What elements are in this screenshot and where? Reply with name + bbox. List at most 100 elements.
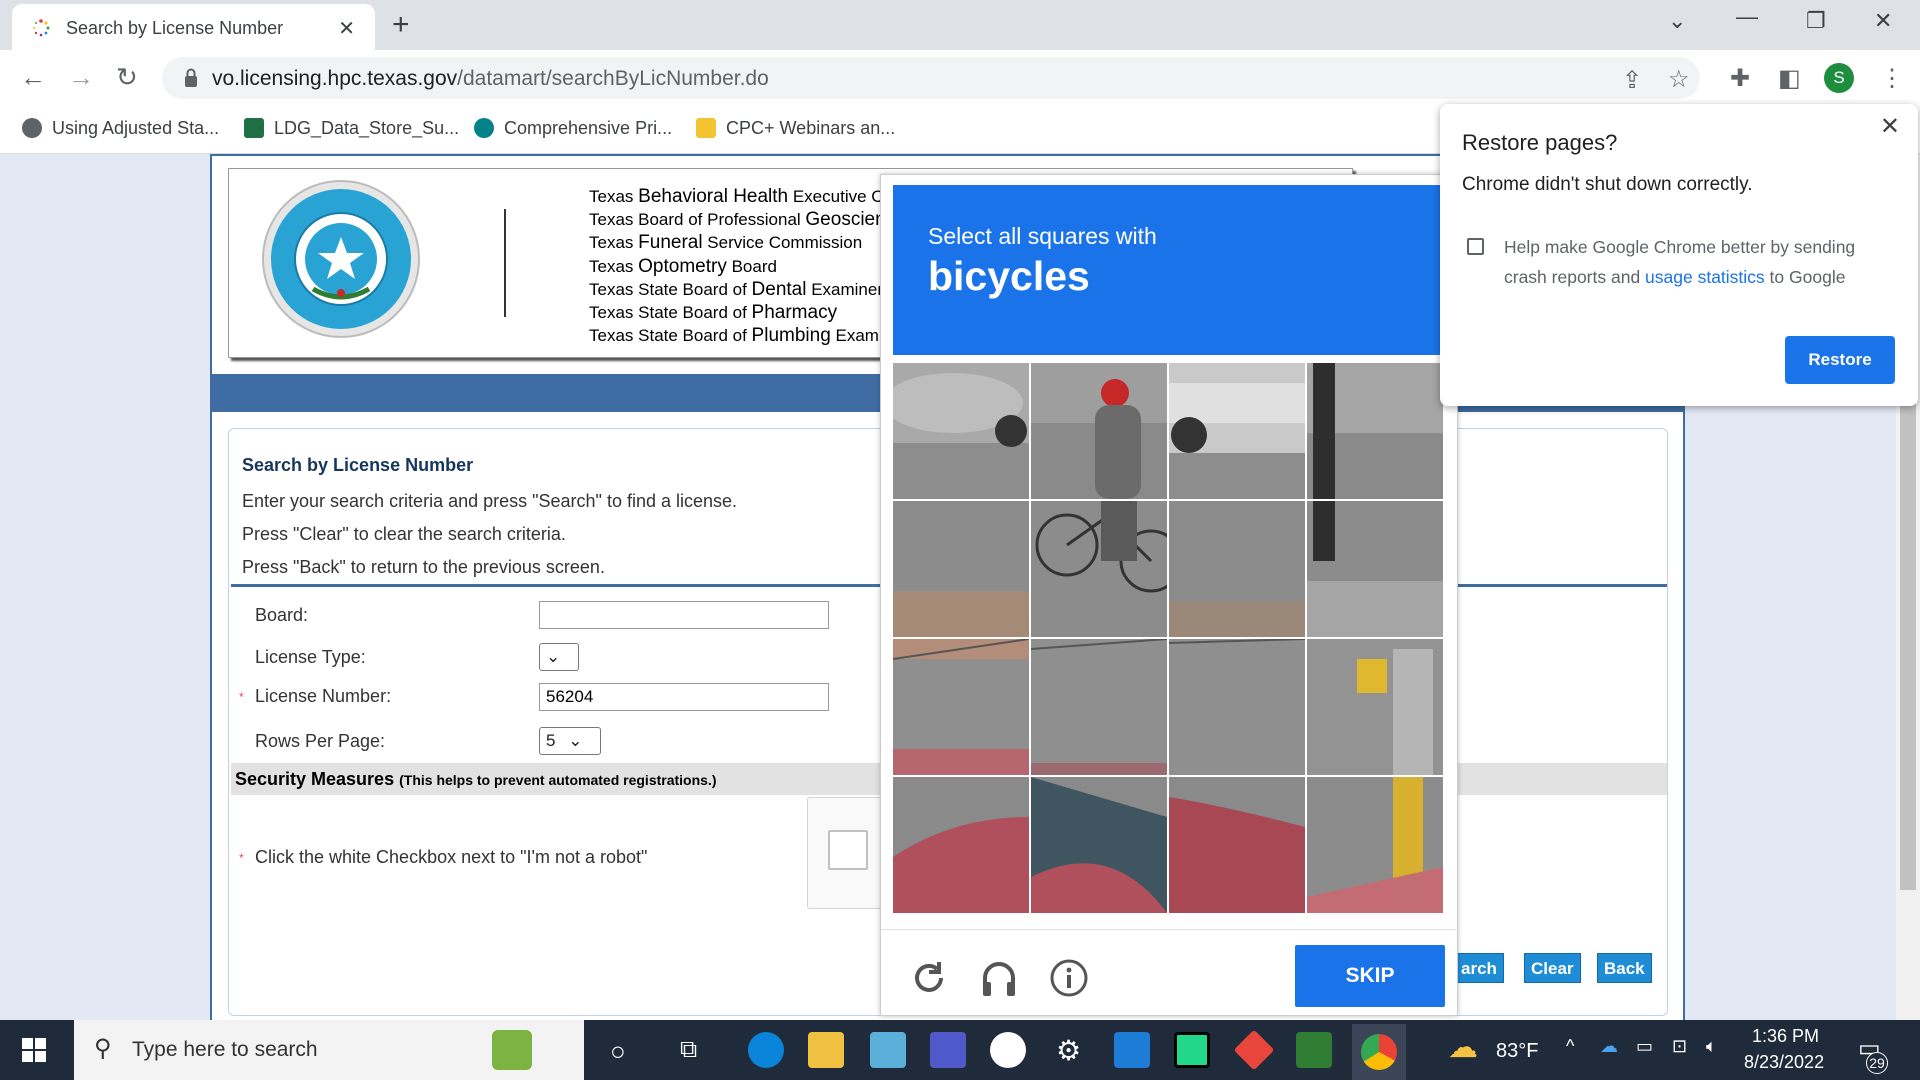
restore-button[interactable]: Restore: [1785, 336, 1895, 384]
close-tab-icon[interactable]: ✕: [338, 16, 355, 41]
weather-icon: ☁: [1448, 1031, 1478, 1064]
license-type-select[interactable]: ⌄: [539, 643, 579, 671]
edge-icon[interactable]: [748, 1032, 784, 1068]
git-client-icon[interactable]: [1233, 1029, 1275, 1071]
browser-tab[interactable]: Search by License Number ✕: [12, 4, 375, 50]
clock-time[interactable]: 1:36 PM: [1752, 1026, 1819, 1047]
address-bar[interactable]: vo.licensing.hpc.texas.gov/datamart/sear…: [162, 57, 1700, 99]
challenge-tile[interactable]: [1031, 501, 1167, 637]
back-button[interactable]: Back: [1597, 953, 1652, 983]
bookmark-label: Comprehensive Pri...: [504, 118, 673, 138]
clock-date[interactable]: 8/23/2022: [1744, 1052, 1824, 1073]
board-name: Texas State Board of Pharmacy: [589, 302, 838, 324]
search-highlight-icon: [492, 1030, 532, 1070]
menu-kebab-icon[interactable]: ⋮: [1880, 64, 1904, 93]
share-icon[interactable]: ⇪: [1622, 66, 1642, 95]
challenge-tile[interactable]: [893, 777, 1029, 913]
license-number-input[interactable]: [539, 683, 829, 711]
rows-per-page-value: 5: [546, 731, 556, 750]
usage-statistics-link[interactable]: usage statistics: [1645, 267, 1765, 287]
reload-icon[interactable]: ↻: [116, 62, 138, 93]
bookmark-item[interactable]: LDG_Data_Store_Su...: [244, 118, 459, 139]
bookmark-label: CPC+ Webinars an...: [726, 118, 896, 138]
browser-toolbar: ← → ↻ vo.licensing.hpc.texas.gov/datamar…: [0, 50, 1920, 106]
loading-spinner-icon: [32, 19, 50, 37]
challenge-tile[interactable]: [1031, 777, 1167, 913]
bookmark-star-icon[interactable]: ☆: [1668, 65, 1690, 94]
extensions-icon[interactable]: ✚: [1730, 64, 1750, 93]
cortana-icon[interactable]: ○: [610, 1036, 626, 1067]
onedrive-icon[interactable]: ☁: [1600, 1036, 1618, 1057]
volume-icon[interactable]: 🔈︎: [1706, 1036, 1717, 1057]
challenge-tile[interactable]: [893, 501, 1029, 637]
reload-icon[interactable]: [909, 958, 949, 998]
audio-headphones-icon[interactable]: [979, 958, 1019, 998]
taskbar-search-placeholder: Type here to search: [132, 1038, 318, 1061]
board-name: Texas State Board of Plumbing Examir: [589, 325, 889, 347]
chrome-icon: [1361, 1034, 1397, 1070]
windows-start-icon[interactable]: [22, 1038, 46, 1062]
battery-icon[interactable]: ▭: [1636, 1036, 1653, 1057]
challenge-tile[interactable]: [1169, 501, 1305, 637]
info-icon[interactable]: [1049, 958, 1089, 998]
search-button[interactable]: arch: [1454, 953, 1504, 983]
bookmark-item[interactable]: CPC+ Webinars an...: [696, 118, 895, 139]
challenge-tile[interactable]: [1169, 363, 1305, 499]
rows-per-page-select[interactable]: 5 ⌄: [539, 727, 601, 755]
crash-report-label: Help make Google Chrome better by sendin…: [1504, 237, 1856, 287]
profile-avatar[interactable]: S: [1824, 63, 1854, 93]
instruction-text: Press "Clear" to clear the search criter…: [242, 524, 566, 544]
bookmark-label: Using Adjusted Sta...: [52, 118, 220, 138]
notes-app-icon[interactable]: [870, 1032, 906, 1068]
sharefile-icon[interactable]: [1114, 1032, 1150, 1068]
challenge-tile[interactable]: [1169, 777, 1305, 913]
close-icon[interactable]: ✕: [1880, 112, 1900, 141]
tray-chevron-icon[interactable]: ^: [1566, 1036, 1574, 1057]
pycharm-icon[interactable]: [1174, 1032, 1210, 1068]
challenge-footer: SKIP: [881, 929, 1459, 1017]
chevron-down-icon: ⌄: [546, 647, 561, 666]
bookmark-item[interactable]: Using Adjusted Sta...: [22, 118, 219, 139]
task-view-icon[interactable]: ⧉: [680, 1036, 697, 1064]
skip-button[interactable]: SKIP: [1295, 945, 1445, 1007]
settings-gear-icon[interactable]: ⚙: [1056, 1034, 1081, 1067]
challenge-tile[interactable]: [893, 363, 1029, 499]
restore-window-button[interactable]: ❐: [1806, 8, 1826, 34]
challenge-tile[interactable]: [1031, 639, 1167, 775]
crash-report-checkbox[interactable]: [1467, 238, 1484, 255]
instruction-text: Enter your search criteria and press "Se…: [242, 491, 738, 511]
challenge-tile[interactable]: [893, 639, 1029, 775]
new-tab-button[interactable]: +: [392, 8, 410, 42]
recaptcha-widget: [807, 797, 887, 909]
back-arrow-icon[interactable]: ←: [20, 62, 46, 93]
bookmark-item[interactable]: Comprehensive Pri...: [474, 118, 672, 139]
forward-arrow-icon[interactable]: →: [68, 62, 94, 93]
popup-title: Restore pages?: [1462, 130, 1618, 155]
challenge-tile[interactable]: [1169, 639, 1305, 775]
excel-icon: [244, 118, 264, 138]
required-marker: *: [239, 851, 244, 865]
clear-button[interactable]: Clear: [1524, 953, 1581, 983]
minimize-button[interactable]: —: [1736, 4, 1758, 30]
chrome-taskbar-button[interactable]: [1352, 1024, 1406, 1080]
board-name: Texas Optometry Board: [589, 255, 777, 277]
teams-icon[interactable]: [930, 1032, 966, 1068]
tab-search-icon[interactable]: ⌄: [1668, 8, 1686, 34]
side-panel-icon[interactable]: ◧: [1778, 64, 1801, 93]
board-input[interactable]: [539, 601, 829, 629]
network-icon[interactable]: ⊡: [1672, 1036, 1687, 1057]
file-explorer-icon[interactable]: [808, 1032, 844, 1068]
recaptcha-checkbox[interactable]: [828, 830, 868, 870]
weather-temp[interactable]: 83°F: [1496, 1040, 1538, 1063]
challenge-tile[interactable]: [1307, 501, 1443, 637]
media-player-icon[interactable]: [1296, 1032, 1332, 1068]
challenge-tile[interactable]: [1307, 639, 1443, 775]
scrollbar-thumb[interactable]: [1900, 390, 1916, 890]
taskbar-search-box[interactable]: ⚲ Type here to search: [74, 1020, 584, 1080]
board-name: Texas State Board of Dental Examiners: [589, 278, 892, 300]
close-window-button[interactable]: ✕: [1874, 8, 1892, 34]
slack-icon[interactable]: [990, 1032, 1026, 1068]
challenge-tile[interactable]: [1307, 777, 1443, 913]
challenge-tile[interactable]: [1031, 363, 1167, 499]
challenge-tile[interactable]: [1307, 363, 1443, 499]
